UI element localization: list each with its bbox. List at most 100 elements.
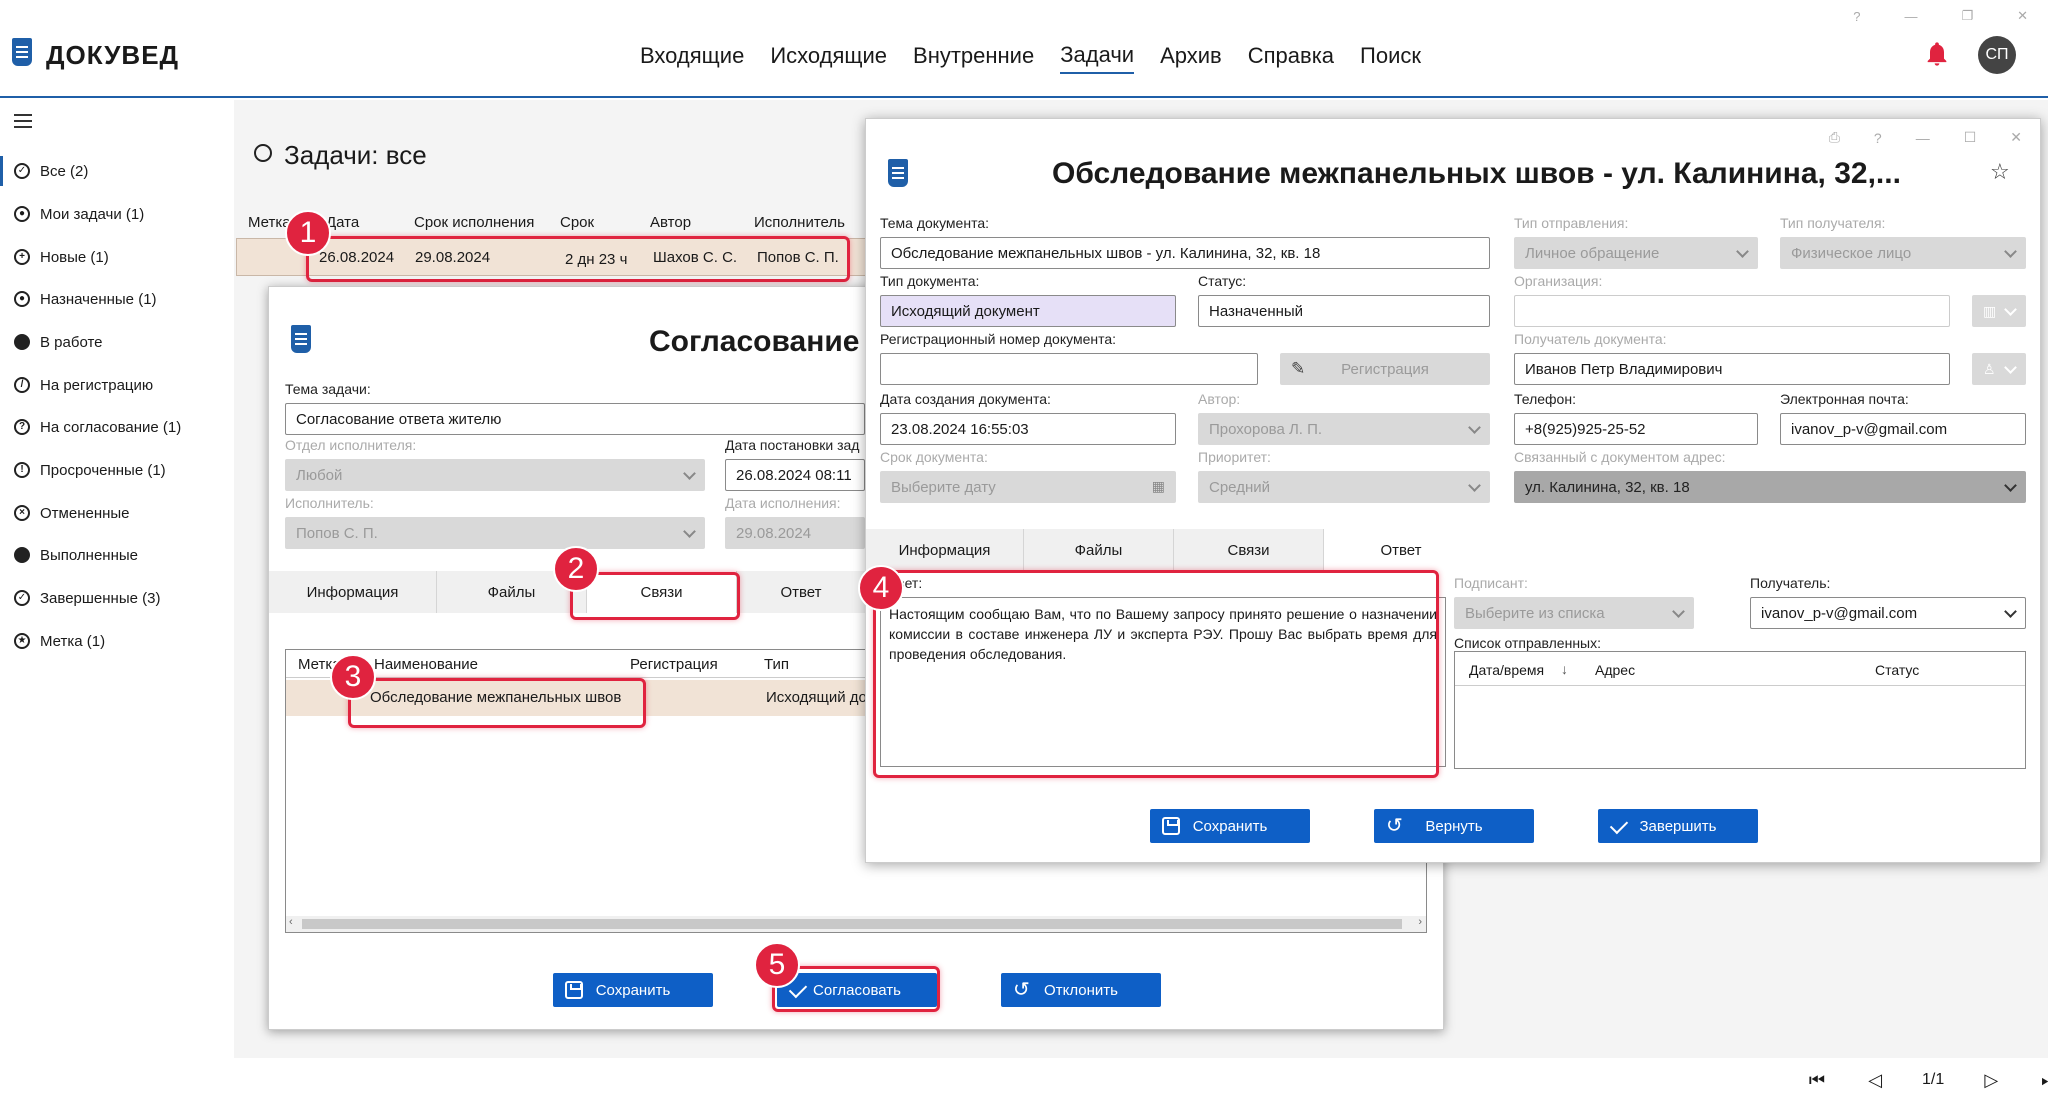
tab-links[interactable]: Связи (587, 571, 737, 613)
to-select[interactable]: ivanov_p-v@gmail.com (1750, 597, 2026, 629)
minimize-icon[interactable]: — (1916, 130, 1930, 146)
col-datetime[interactable]: Дата/время (1469, 662, 1544, 678)
nav-search[interactable]: Поиск (1360, 43, 1421, 73)
tab-info[interactable]: Информация (866, 529, 1024, 571)
table-row[interactable]: 26.08.2024 29.08.2024 2 дн 23 ч Шахов С.… (236, 238, 876, 276)
help-icon[interactable]: ? (1853, 9, 1860, 24)
sidebar-item-overdue[interactable]: ! Просроченные (1) (0, 455, 232, 485)
col-type[interactable]: Тип (764, 656, 789, 673)
refresh-icon[interactable] (254, 144, 272, 162)
next-page-icon[interactable]: ▷ (1980, 1070, 2002, 1090)
calendar-icon[interactable]: ▦ (1152, 478, 1165, 495)
approve-button[interactable]: Согласовать (777, 973, 937, 1007)
prev-page-icon[interactable]: ◁ (1864, 1070, 1886, 1090)
tab-answer[interactable]: Ответ (1324, 529, 1478, 571)
nav-outgoing[interactable]: Исходящие (770, 43, 887, 73)
sidebar-item-all[interactable]: ✓ Все (2) (0, 156, 232, 186)
col-tag[interactable]: Метка (248, 214, 291, 231)
col-registration[interactable]: Регистрация (630, 656, 718, 673)
close-icon[interactable]: ✕ (2010, 129, 2022, 146)
nav-archive[interactable]: Архив (1160, 43, 1222, 73)
address-select[interactable]: ул. Калинина, 32, кв. 18 (1514, 471, 2026, 503)
print-icon[interactable]: ⎙ (1829, 129, 1840, 146)
horizontal-scrollbar[interactable]: ‹ › (286, 916, 1426, 932)
minimize-icon[interactable]: — (1904, 9, 1917, 24)
tab-links[interactable]: Связи (1174, 529, 1324, 571)
restore-icon[interactable]: ❐ (1961, 8, 1973, 24)
sidebar-item-assigned[interactable]: ● Назначенные (1) (0, 284, 232, 314)
close-icon[interactable]: ✕ (2017, 8, 2028, 24)
dept-select[interactable]: Любой (285, 459, 705, 491)
sidebar-item-cancelled[interactable]: × Отмененные (0, 498, 232, 528)
avatar[interactable]: СП (1978, 36, 2016, 74)
executor-select[interactable]: Попов С. П. (285, 517, 705, 549)
nav-internal[interactable]: Внутренние (913, 43, 1034, 73)
doc-type-field[interactable]: Исходящий документ (880, 295, 1176, 327)
register-button[interactable]: ✎ Регистрация (1280, 353, 1490, 385)
sidebar-item-completed[interactable]: ✓ Завершенные (3) (0, 583, 232, 613)
tab-answer[interactable]: Ответ (737, 571, 865, 613)
star-icon[interactable]: ☆ (1990, 159, 2010, 185)
return-button[interactable]: Вернуть (1374, 809, 1534, 843)
col-name[interactable]: Наименование (374, 656, 478, 673)
recipient-type-select[interactable]: Физическое лицо (1780, 237, 2026, 269)
help-icon[interactable]: ? (1874, 130, 1882, 146)
last-page-icon[interactable]: ⏭ (2038, 1070, 2048, 1090)
author-select[interactable]: Прохорова Л. П. (1198, 413, 1490, 445)
col-executor[interactable]: Исполнитель (754, 214, 845, 231)
org-field[interactable] (1514, 295, 1950, 327)
nav-incoming[interactable]: Входящие (640, 43, 744, 73)
hamburger-menu-icon[interactable] (14, 114, 32, 128)
nav-tasks[interactable]: Задачи (1060, 42, 1135, 74)
email-field[interactable]: ivanov_p-v@gmail.com (1780, 413, 2026, 445)
sidebar-item-approval[interactable]: ? На согласование (1) (0, 412, 232, 442)
sidebar-item-tag[interactable]: ★ Метка (1) (0, 626, 232, 656)
col-due[interactable]: Срок исполнения (414, 214, 534, 231)
bell-icon[interactable] (1923, 40, 1951, 68)
tab-files[interactable]: Файлы (1024, 529, 1174, 571)
posted-field[interactable]: 26.08.2024 08:11 (725, 459, 865, 491)
answer-textarea[interactable]: Настоящим сообщаю Вам, что по Вашему зап… (880, 597, 1446, 767)
reject-button[interactable]: Отклонить (1001, 973, 1161, 1007)
sidebar-item-in-work[interactable]: В работе (0, 327, 232, 357)
col-status[interactable]: Статус (1875, 662, 1919, 678)
status-field[interactable]: Назначенный (1198, 295, 1490, 327)
first-page-icon[interactable]: ⏮ (1806, 1070, 1828, 1090)
maximize-icon[interactable]: ☐ (1964, 129, 1977, 146)
finish-button[interactable]: Завершить (1598, 809, 1758, 843)
person-picker-button[interactable]: ♙ (1972, 353, 2026, 385)
tab-info[interactable]: Информация (269, 571, 437, 613)
col-address[interactable]: Адрес (1595, 662, 1635, 678)
phone-field[interactable]: +8(925)925-25-52 (1514, 413, 1758, 445)
undo-icon (1386, 813, 1404, 838)
status-label: Статус: (1198, 273, 1247, 289)
signer-select[interactable]: Выберите из списка (1454, 597, 1694, 629)
sidebar-item-done[interactable]: Выполненные (0, 540, 232, 570)
save-button[interactable]: Сохранить (553, 973, 713, 1007)
to-value: ivanov_p-v@gmail.com (1761, 604, 1918, 622)
col-author[interactable]: Автор (650, 214, 691, 231)
created-field[interactable]: 23.08.2024 16:55:03 (880, 413, 1176, 445)
term-placeholder: Выберите дату (891, 478, 996, 496)
col-term[interactable]: Срок (560, 214, 594, 231)
chevron-right-icon[interactable]: › (1418, 916, 1422, 928)
doc-theme-field[interactable]: Обследование межпанельных швов - ул. Кал… (880, 237, 1490, 269)
sort-down-icon[interactable]: ↓ (1561, 661, 1568, 677)
doc-save-button[interactable]: Сохранить (1150, 809, 1310, 843)
priority-select[interactable]: Средний (1198, 471, 1490, 503)
doc-tabs: Информация Файлы Связи Ответ (866, 529, 1478, 571)
col-date[interactable]: Дата (326, 214, 359, 231)
done-field[interactable]: 29.08.2024 (725, 517, 865, 549)
scrollbar-thumb[interactable] (302, 919, 1402, 929)
regnum-field[interactable] (880, 353, 1258, 385)
recipient-field[interactable]: Иванов Петр Владимирович (1514, 353, 1950, 385)
send-type-select[interactable]: Личное обращение (1514, 237, 1758, 269)
task-theme-field[interactable]: Согласование ответа жителю (285, 403, 865, 435)
term-datepicker[interactable]: Выберите дату ▦ (880, 471, 1176, 503)
sidebar-item-new[interactable]: + Новые (1) (0, 242, 232, 272)
chevron-left-icon[interactable]: ‹ (289, 916, 293, 928)
sidebar-item-my-tasks[interactable]: ● Мои задачи (1) (0, 199, 232, 229)
org-picker-button[interactable]: ▥ (1972, 295, 2026, 327)
sidebar-item-registration[interactable]: / На регистрацию (0, 370, 232, 400)
nav-help[interactable]: Справка (1248, 43, 1334, 73)
